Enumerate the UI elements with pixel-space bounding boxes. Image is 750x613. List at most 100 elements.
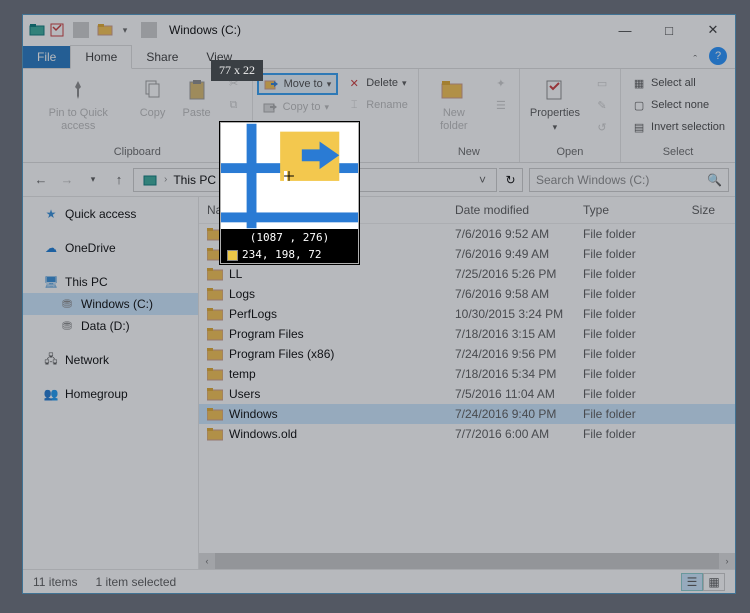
- tab-home[interactable]: Home: [70, 45, 132, 69]
- nav-drive-d[interactable]: ⛃ Data (D:): [23, 315, 198, 337]
- move-to-button[interactable]: Move to ▾: [257, 73, 339, 95]
- folder-qat-icon[interactable]: [97, 22, 113, 38]
- copy-to-icon: [263, 99, 279, 115]
- file-row[interactable]: Users7/5/2016 11:04 AMFile folder: [199, 384, 735, 404]
- select-none-button[interactable]: ▢Select none: [625, 95, 731, 115]
- minimize-button[interactable]: —: [603, 15, 647, 45]
- nav-recent-button[interactable]: ▾: [81, 168, 105, 192]
- magnifier-overlay: (1087 , 276) 234, 198, 72: [220, 122, 359, 264]
- close-button[interactable]: ✕: [691, 15, 735, 45]
- file-size: [671, 411, 735, 417]
- file-row[interactable]: LL7/25/2016 5:26 PMFile folder: [199, 264, 735, 284]
- nav-onedrive[interactable]: ☁ OneDrive: [23, 237, 198, 259]
- search-input[interactable]: Search Windows (C:) 🔍: [529, 168, 729, 192]
- breadcrumb-dropdown[interactable]: ˅: [473, 173, 492, 187]
- file-row[interactable]: Program Files7/18/2016 3:15 AMFile folde…: [199, 324, 735, 344]
- rename-button[interactable]: ⌶ Rename: [340, 95, 414, 115]
- select-all-button[interactable]: ▦Select all: [625, 73, 731, 93]
- ribbon-group-select: ▦Select all ▢Select none ▤Invert selecti…: [621, 69, 735, 162]
- col-type[interactable]: Type: [575, 197, 671, 223]
- magnifier-coords: (1087 , 276): [221, 229, 358, 246]
- copy-path-button[interactable]: ⧉: [220, 95, 248, 115]
- file-row[interactable]: Logs7/6/2016 9:58 AMFile folder: [199, 284, 735, 304]
- nav-forward-button[interactable]: →: [55, 168, 79, 192]
- qat-separator-2: [141, 22, 157, 38]
- new-folder-button[interactable]: New folder: [423, 73, 485, 135]
- file-row[interactable]: temp7/18/2016 5:34 PMFile folder: [199, 364, 735, 384]
- magnifier-color-value: 234, 198, 72: [242, 248, 321, 261]
- horizontal-scrollbar[interactable]: ‹ ›: [199, 553, 735, 569]
- nav-network[interactable]: 🖧 Network: [23, 349, 198, 371]
- file-size: [671, 391, 735, 397]
- pin-label: Pin to Quick access: [33, 107, 124, 133]
- file-name: Program Files: [229, 327, 304, 341]
- breadcrumb-this-pc[interactable]: This PC: [169, 173, 220, 187]
- col-size[interactable]: Size: [671, 197, 735, 223]
- file-date: 7/7/2016 6:00 AM: [447, 424, 575, 444]
- nav-up-button[interactable]: ↑: [107, 168, 131, 192]
- properties-button[interactable]: Properties ▾: [524, 73, 586, 135]
- select-all-icon: ▦: [631, 75, 647, 91]
- scroll-thumb[interactable]: [215, 553, 719, 569]
- qat-dropdown-icon[interactable]: ▾: [117, 22, 133, 38]
- ribbon-group-clipboard: Pin to Quick access Copy Paste ✂ ⧉: [23, 69, 253, 162]
- details-view-button[interactable]: ☰: [681, 573, 703, 591]
- nav-homegroup[interactable]: 👥 Homegroup: [23, 383, 198, 405]
- easy-access-icon: ☰: [493, 97, 509, 113]
- tab-share[interactable]: Share: [132, 46, 192, 68]
- file-row[interactable]: Windows7/24/2016 9:40 PMFile folder: [199, 404, 735, 424]
- search-placeholder: Search Windows (C:): [536, 173, 649, 187]
- nav-this-pc[interactable]: 🖥 This PC: [23, 271, 198, 293]
- file-menu[interactable]: File: [23, 46, 70, 68]
- select-none-label: Select none: [651, 99, 709, 111]
- file-row[interactable]: PerfLogs10/30/2015 3:24 PMFile folder: [199, 304, 735, 324]
- properties-qat-icon[interactable]: [49, 22, 65, 38]
- file-list[interactable]: Intel7/6/2016 9:52 AMFile folderLENOVO7/…: [199, 224, 735, 553]
- nav-label: Windows (C:): [81, 297, 153, 311]
- edit-mini-button[interactable]: ✎: [588, 95, 616, 115]
- color-swatch: [227, 250, 238, 261]
- drive-icon: ⛃: [59, 296, 75, 312]
- nav-drive-c[interactable]: ⛃ Windows (C:): [23, 293, 198, 315]
- collapse-ribbon-button[interactable]: ˆ: [685, 52, 705, 68]
- col-date[interactable]: Date modified: [447, 197, 575, 223]
- file-date: 7/24/2016 9:56 PM: [447, 344, 575, 364]
- nav-quick-access[interactable]: ★ Quick access: [23, 203, 198, 225]
- copy-to-button[interactable]: Copy to ▾: [257, 97, 339, 117]
- properties-label: Properties: [530, 107, 580, 120]
- nav-back-button[interactable]: ←: [29, 168, 53, 192]
- refresh-button[interactable]: ↻: [499, 168, 523, 192]
- help-button[interactable]: ?: [709, 47, 727, 65]
- file-size: [671, 271, 735, 277]
- folder-icon: [207, 347, 223, 361]
- copy-to-label: Copy to: [283, 101, 321, 113]
- scroll-left-button[interactable]: ‹: [199, 553, 215, 569]
- nav-label: Data (D:): [81, 319, 130, 333]
- breadcrumb-root-icon[interactable]: [138, 172, 162, 188]
- file-size: [671, 291, 735, 297]
- file-row[interactable]: Windows.old7/7/2016 6:00 AMFile folder: [199, 424, 735, 444]
- new-item-button[interactable]: ✦: [487, 73, 515, 93]
- breadcrumb-sep: ›: [162, 174, 169, 185]
- window-control-buttons: — □ ✕: [603, 15, 735, 45]
- explorer-app-icon: [29, 22, 45, 38]
- invert-selection-button[interactable]: ▤Invert selection: [625, 117, 731, 137]
- homegroup-icon: 👥: [43, 386, 59, 402]
- history-mini-button[interactable]: ↺: [588, 117, 616, 137]
- copy-icon: [138, 75, 168, 105]
- open-mini-button[interactable]: ▭: [588, 73, 616, 93]
- tiles-view-button[interactable]: ▦: [703, 573, 725, 591]
- pin-to-quick-access-button[interactable]: Pin to Quick access: [27, 73, 130, 135]
- scroll-right-button[interactable]: ›: [719, 553, 735, 569]
- file-type: File folder: [575, 244, 671, 264]
- easy-access-button[interactable]: ☰: [487, 95, 515, 115]
- invert-selection-label: Invert selection: [651, 121, 725, 133]
- delete-button[interactable]: ✕ Delete ▾: [340, 73, 414, 93]
- copy-label: Copy: [140, 107, 166, 120]
- file-date: 7/18/2016 3:15 AM: [447, 324, 575, 344]
- copy-button[interactable]: Copy: [132, 73, 174, 122]
- file-row[interactable]: Program Files (x86)7/24/2016 9:56 PMFile…: [199, 344, 735, 364]
- folder-icon: [207, 307, 223, 321]
- maximize-button[interactable]: □: [647, 15, 691, 45]
- cloud-icon: ☁: [43, 240, 59, 256]
